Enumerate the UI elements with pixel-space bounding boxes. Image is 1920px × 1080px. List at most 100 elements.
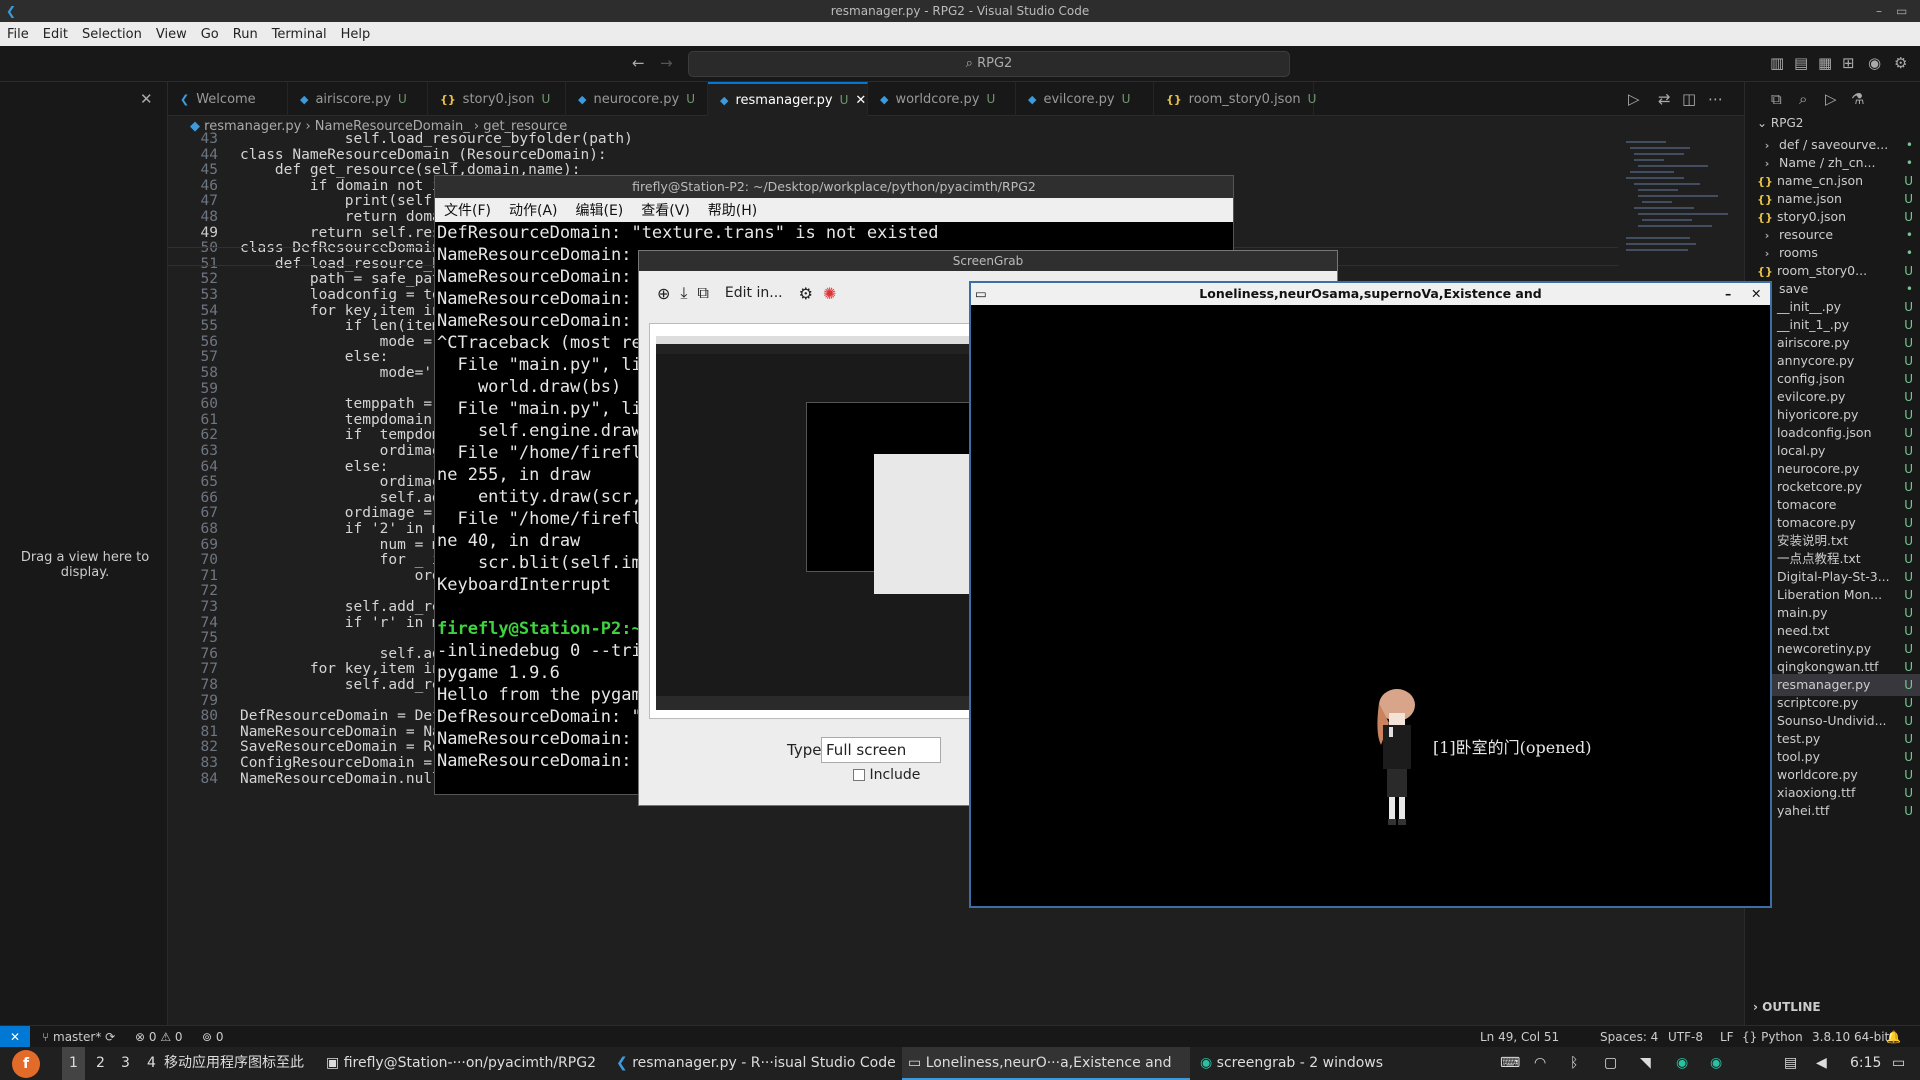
- task-terminal[interactable]: ▣ firefly@Station-···on/pyacimth/RPG2: [320, 1047, 606, 1080]
- accounts-icon[interactable]: ◉: [1868, 54, 1881, 72]
- remote-indicator-icon[interactable]: ✕: [0, 1026, 30, 1048]
- menu-selection[interactable]: Selection: [75, 27, 149, 42]
- close-panel-icon[interactable]: ✕: [140, 90, 153, 108]
- ports-indicator[interactable]: ⊚ 0: [202, 1026, 224, 1048]
- indentation[interactable]: Spaces: 4: [1600, 1026, 1658, 1048]
- encoding[interactable]: UTF-8: [1668, 1026, 1703, 1048]
- notifications-bell-icon[interactable]: 🔔: [1886, 1026, 1901, 1048]
- outline-section[interactable]: › OUTLINE: [1753, 1000, 1821, 1014]
- terminal-menu-help[interactable]: 帮助(H): [699, 200, 766, 220]
- explorer-item-label: yahei.ttf: [1777, 803, 1830, 818]
- line-number: 46: [200, 177, 218, 194]
- terminal-menu-view[interactable]: 查看(V): [632, 200, 699, 220]
- run-python-icon[interactable]: ▷: [1628, 90, 1640, 108]
- terminal-menu-edit[interactable]: 编辑(E): [567, 200, 633, 220]
- more-actions-icon[interactable]: ⋯: [1708, 90, 1723, 108]
- menu-help[interactable]: Help: [334, 27, 378, 42]
- task-vscode[interactable]: ❮ resmanager.py - R···isual Studio Code: [610, 1047, 900, 1080]
- tray-app-icon[interactable]: ◉: [1710, 1047, 1722, 1080]
- include-checkbox[interactable]: [853, 769, 865, 781]
- clock[interactable]: 6:15: [1850, 1047, 1881, 1080]
- show-desktop-icon[interactable]: ▭: [1892, 1047, 1905, 1080]
- terminal-menu-action[interactable]: 动作(A): [500, 200, 567, 220]
- explorer-files-icon[interactable]: ⧉: [1771, 90, 1782, 108]
- menu-file[interactable]: File: [0, 27, 36, 42]
- tab-label: neurocore.py: [593, 91, 680, 107]
- toggle-secondary-sidebar-icon[interactable]: ▦: [1818, 54, 1832, 72]
- workspace-2[interactable]: 2: [92, 1047, 109, 1080]
- customize-layout-icon[interactable]: ⊞: [1842, 54, 1855, 72]
- clipboard-icon[interactable]: ▤: [1784, 1047, 1797, 1080]
- explorer-item-label: __init_1_.py: [1777, 317, 1850, 332]
- command-center-search[interactable]: ⌕ RPG2: [688, 51, 1290, 77]
- include-checkbox-row[interactable]: Include: [853, 767, 920, 783]
- tab-story0[interactable]: {} story0.json U: [428, 82, 566, 116]
- line-number: 45: [200, 162, 218, 179]
- toggle-primary-sidebar-icon[interactable]: ▥: [1770, 54, 1784, 72]
- language-mode[interactable]: {} Python: [1742, 1026, 1803, 1048]
- explorer-item-label: hiyoricore.py: [1777, 407, 1859, 422]
- explorer-item-label: resmanager.py: [1777, 677, 1871, 692]
- line-number: 80: [200, 708, 218, 725]
- tab-worldcore[interactable]: ◆ worldcore.py U: [868, 82, 1016, 116]
- workspace-3[interactable]: 3: [117, 1047, 134, 1080]
- workspace-1[interactable]: 1: [62, 1047, 85, 1080]
- task-game-window[interactable]: ▭ Loneliness,neurO···a,Existence and: [902, 1047, 1190, 1080]
- tab-airiscore[interactable]: ◆ airiscore.py U: [288, 82, 428, 116]
- tab-neurocore[interactable]: ◆ neurocore.py U: [566, 82, 708, 116]
- new-screenshot-icon[interactable]: ⊕: [657, 284, 670, 303]
- tab-resmanager[interactable]: ◆ resmanager.py U ✕: [708, 82, 868, 116]
- line-number: 65: [200, 474, 218, 491]
- keyboard-icon[interactable]: ⌨: [1500, 1047, 1520, 1080]
- tab-evilcore[interactable]: ◆ evilcore.py U: [1016, 82, 1154, 116]
- task-screengrab[interactable]: ◉ screengrab - 2 windows: [1194, 1047, 1414, 1080]
- menu-run[interactable]: Run: [226, 27, 265, 42]
- cursor-position[interactable]: Ln 49, Col 51: [1480, 1026, 1559, 1048]
- menu-go[interactable]: Go: [194, 27, 226, 42]
- type-select[interactable]: Full screen: [821, 737, 941, 763]
- back-arrow-icon[interactable]: ←: [632, 54, 645, 72]
- settings-gear-icon[interactable]: ⚙: [799, 284, 813, 303]
- edit-in-button[interactable]: Edit in...: [719, 285, 789, 301]
- help-lifebuoy-icon[interactable]: ✺: [823, 284, 836, 303]
- search-icon[interactable]: ⌕: [1799, 90, 1807, 108]
- terminal-menu-file[interactable]: 文件(F): [435, 200, 500, 220]
- settings-gear-icon[interactable]: ⚙: [1894, 54, 1907, 72]
- problems-indicator[interactable]: ⊗ 0 ⚠ 0: [135, 1026, 183, 1048]
- tray-app-icon[interactable]: ◉: [1676, 1047, 1688, 1080]
- source-control-compare-icon[interactable]: ⇄: [1658, 90, 1671, 108]
- tab-room-story0[interactable]: {} room_story0.json U: [1154, 82, 1316, 116]
- wifi-icon[interactable]: ◠: [1534, 1047, 1546, 1080]
- explorer-item-label: worldcore.py: [1777, 767, 1858, 782]
- minimize-icon[interactable]: –: [1725, 283, 1731, 305]
- workspace-4[interactable]: 4: [143, 1047, 160, 1080]
- menu-view[interactable]: View: [149, 27, 194, 42]
- volume-icon[interactable]: ◀: [1816, 1047, 1827, 1080]
- python-interpreter[interactable]: 3.8.10 64-bit: [1812, 1026, 1889, 1048]
- save-download-icon[interactable]: ⤓: [680, 283, 687, 303]
- menu-edit[interactable]: Edit: [36, 27, 75, 42]
- close-tab-icon[interactable]: ✕: [855, 93, 866, 108]
- explorer-item-label: room_story0...: [1777, 263, 1868, 278]
- explorer-root[interactable]: ⌄ RPG2: [1757, 116, 1803, 130]
- network-icon[interactable]: ◥: [1640, 1047, 1651, 1080]
- tab-welcome[interactable]: ❮ Welcome: [168, 82, 288, 116]
- close-icon[interactable]: ✕: [1751, 283, 1761, 305]
- branch-indicator[interactable]: ⑂ master* ⟳: [42, 1026, 115, 1048]
- game-window[interactable]: ▭ Loneliness,neurOsama,supernoVa,Existen…: [969, 281, 1772, 908]
- bluetooth-icon[interactable]: ᛒ: [1570, 1047, 1578, 1080]
- testing-flask-icon[interactable]: ⚗: [1851, 90, 1864, 108]
- minimize-icon[interactable]: –: [1876, 0, 1882, 22]
- run-debug-icon[interactable]: ▷: [1825, 90, 1837, 108]
- copy-icon[interactable]: ⧉: [697, 283, 708, 303]
- broadcast-icon: ⊚: [202, 1030, 216, 1044]
- toggle-panel-icon[interactable]: ▤: [1794, 54, 1808, 72]
- notification-icon[interactable]: ▢: [1604, 1047, 1617, 1080]
- split-editor-icon[interactable]: ◫: [1682, 90, 1696, 108]
- app-launcher-icon[interactable]: f: [12, 1050, 40, 1078]
- terminal-title: firefly@Station-P2: ~/Desktop/workplace/…: [435, 176, 1233, 198]
- forward-arrow-icon[interactable]: →: [660, 54, 673, 72]
- line-ending[interactable]: LF: [1720, 1026, 1734, 1048]
- maximize-icon[interactable]: ▭: [1896, 0, 1907, 22]
- menu-terminal[interactable]: Terminal: [265, 27, 334, 42]
